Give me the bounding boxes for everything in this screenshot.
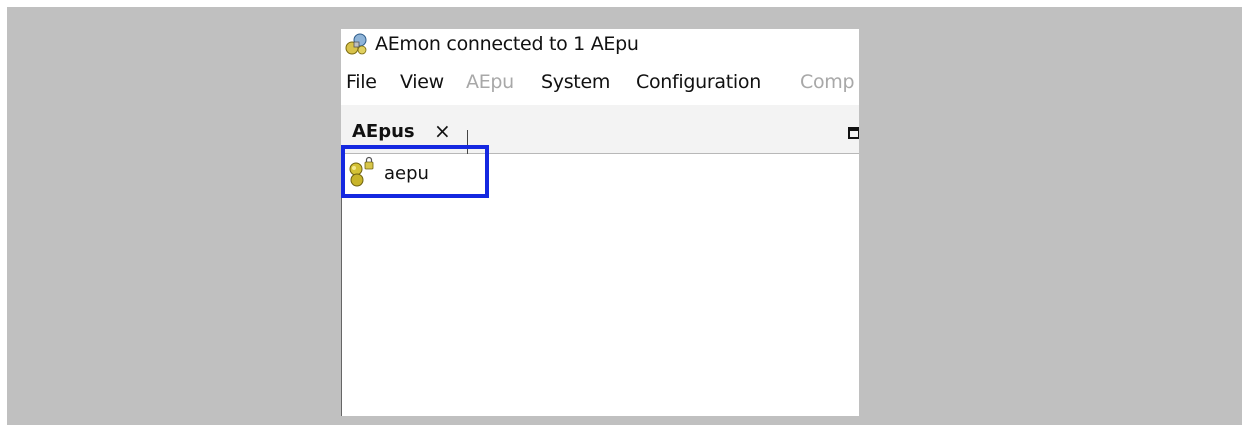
tab-aepus[interactable]: AEpus × [341, 117, 469, 154]
network-satellite-icon [345, 33, 367, 55]
menu-system[interactable]: System [541, 71, 610, 93]
maximize-icon[interactable] [848, 127, 859, 139]
aepu-tree: aepu [341, 154, 859, 416]
menu-aepu[interactable]: AEpu [466, 71, 514, 93]
menu-configuration[interactable]: Configuration [636, 71, 761, 93]
menu-bar: File View AEpu System Configuration Comp [341, 67, 859, 103]
menu-comp[interactable]: Comp [800, 71, 855, 93]
tree-item-aepu[interactable]: aepu [346, 156, 486, 190]
menu-file[interactable]: File [346, 71, 377, 93]
tab-aepus-label: AEpus [352, 121, 415, 142]
title-bar: AEmon connected to 1 AEpu [341, 29, 859, 63]
tab-separator [467, 130, 468, 154]
menu-view[interactable]: View [400, 71, 444, 93]
tree-item-label: aepu [384, 163, 429, 184]
window-title: AEmon connected to 1 AEpu [375, 33, 639, 55]
tab-close-icon[interactable]: × [434, 119, 451, 143]
aemon-window: AEmon connected to 1 AEpu File View AEpu… [341, 29, 859, 416]
locked-device-icon [349, 156, 374, 187]
tab-bar: AEpus × [341, 105, 859, 154]
